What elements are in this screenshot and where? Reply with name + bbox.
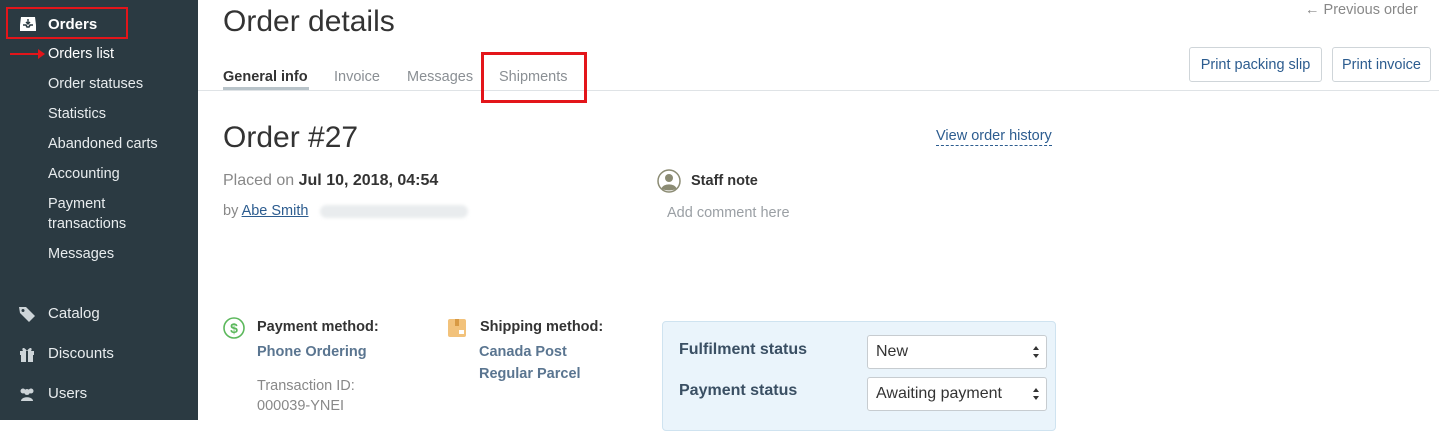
gift-icon bbox=[20, 347, 34, 362]
tab-messages[interactable]: Messages bbox=[407, 69, 473, 85]
status-panel: Fulfilment status New Payment status Awa… bbox=[662, 321, 1056, 431]
print-invoice-button[interactable]: Print invoice bbox=[1332, 47, 1431, 82]
select-arrows-icon bbox=[1033, 388, 1039, 400]
sidebar-item-orders-list[interactable]: Orders list bbox=[48, 44, 114, 64]
sidebar-item-label: Catalog bbox=[48, 305, 100, 322]
placed-date: Jul 10, 2018, 04:54 bbox=[298, 172, 439, 189]
sidebar-item-accounting[interactable]: Accounting bbox=[48, 164, 120, 184]
view-order-history-link[interactable]: View order history bbox=[936, 128, 1052, 146]
previous-order-link[interactable]: ← Previous order bbox=[1305, 2, 1418, 18]
tab-invoice[interactable]: Invoice bbox=[334, 69, 380, 85]
sidebar-item-statistics[interactable]: Statistics bbox=[48, 104, 106, 124]
shipping-service: Regular Parcel bbox=[479, 366, 581, 382]
byline-prefix: by bbox=[223, 203, 239, 219]
inbox-icon bbox=[20, 17, 36, 31]
customer-name-link[interactable]: Abe Smith bbox=[242, 203, 309, 219]
tab-general-info[interactable]: General info bbox=[223, 69, 308, 85]
sidebar-section-orders[interactable]: Orders bbox=[6, 7, 128, 39]
shipping-carrier: Canada Post bbox=[479, 344, 567, 360]
sidebar: Orders Orders list Order statuses Statis… bbox=[0, 0, 198, 420]
payment-status-select[interactable]: Awaiting payment bbox=[867, 377, 1047, 411]
sidebar-item-payment-transactions[interactable]: Payment transactions bbox=[48, 194, 158, 234]
print-packing-slip-button[interactable]: Print packing slip bbox=[1189, 47, 1322, 82]
sidebar-item-messages[interactable]: Messages bbox=[48, 244, 114, 264]
sidebar-item-label: Users bbox=[48, 385, 88, 402]
sidebar-item-abandoned-carts[interactable]: Abandoned carts bbox=[48, 134, 158, 154]
highlight-box bbox=[481, 52, 587, 103]
customer-byline: by Abe Smith bbox=[223, 203, 308, 219]
avatar-icon bbox=[657, 169, 681, 193]
sidebar-item-label: Discounts bbox=[48, 345, 114, 362]
users-icon bbox=[20, 388, 34, 401]
shipping-method-label: Shipping method: bbox=[480, 319, 604, 335]
payment-status-label: Payment status bbox=[679, 382, 798, 399]
dollar-icon: $ bbox=[223, 317, 245, 339]
fulfilment-status-select[interactable]: New bbox=[867, 335, 1047, 369]
placed-on-prefix: Placed on bbox=[223, 172, 295, 189]
tabs-divider bbox=[198, 90, 1439, 91]
payment-status-value: Awaiting payment bbox=[876, 385, 1002, 402]
fulfilment-status-value: New bbox=[876, 343, 909, 360]
package-icon bbox=[448, 319, 466, 337]
customer-email-redacted bbox=[320, 205, 468, 218]
transaction-id-label: Transaction ID: bbox=[257, 378, 355, 394]
arrow-right-icon bbox=[10, 49, 45, 59]
tag-icon bbox=[19, 307, 35, 322]
page-title: Order details bbox=[223, 5, 395, 38]
staff-note-title: Staff note bbox=[691, 173, 758, 189]
svg-text:$: $ bbox=[230, 320, 238, 336]
select-arrows-icon bbox=[1033, 346, 1039, 358]
sidebar-item-order-statuses[interactable]: Order statuses bbox=[48, 74, 143, 94]
active-tab-indicator bbox=[223, 87, 309, 90]
transaction-id-value: 000039-YNEI bbox=[257, 398, 345, 414]
sidebar-section-label: Orders bbox=[48, 16, 98, 33]
placed-on: Placed on Jul 10, 2018, 04:54 bbox=[223, 172, 438, 190]
payment-method-value: Phone Ordering bbox=[257, 344, 367, 360]
payment-method-label: Payment method: bbox=[257, 319, 379, 335]
order-title: Order #27 bbox=[223, 121, 359, 154]
fulfilment-status-label: Fulfilment status bbox=[679, 341, 808, 358]
staff-note-input[interactable]: Add comment here bbox=[667, 205, 790, 221]
